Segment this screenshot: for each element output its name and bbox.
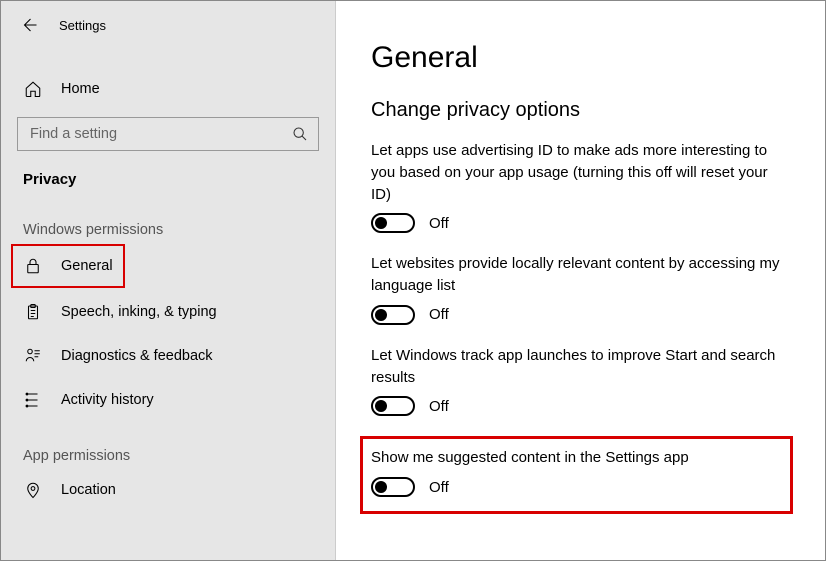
section-privacy: Privacy [1, 155, 335, 196]
sidebar-item-label: Activity history [61, 392, 154, 408]
setting-track-launches: Let Windows track app launches to improv… [371, 345, 790, 417]
setting-desc: Let Windows track app launches to improv… [371, 345, 790, 389]
toggle-advertising-id[interactable] [371, 213, 415, 233]
home-icon [23, 79, 43, 99]
search-box[interactable] [17, 117, 319, 151]
sidebar-item-label: General [61, 258, 113, 274]
sidebar-item-label: Diagnostics & feedback [61, 348, 213, 364]
sidebar-item-activity-history[interactable]: Activity history [1, 378, 335, 422]
sidebar-item-label: Speech, inking, & typing [61, 304, 217, 320]
group-windows-permissions: Windows permissions [1, 196, 335, 242]
sidebar-item-label: Location [61, 482, 116, 498]
app-title: Settings [59, 18, 106, 33]
back-button[interactable] [17, 13, 41, 37]
sidebar: Settings Home Privacy Windows permission… [1, 1, 336, 560]
clipboard-icon [23, 302, 43, 322]
sidebar-item-diagnostics[interactable]: Diagnostics & feedback [1, 334, 335, 378]
toggle-state: Off [429, 398, 449, 415]
setting-desc: Let websites provide locally relevant co… [371, 253, 790, 297]
home-label: Home [61, 81, 100, 97]
sidebar-item-location[interactable]: Location [1, 468, 335, 512]
page-subhead: Change privacy options [371, 99, 790, 122]
home-nav[interactable]: Home [1, 69, 335, 109]
toggle-state: Off [429, 215, 449, 232]
history-icon [23, 390, 43, 410]
titlebar: Settings [1, 1, 335, 47]
lock-icon [23, 256, 43, 276]
location-icon [23, 480, 43, 500]
feedback-icon [23, 346, 43, 366]
search-input[interactable] [28, 125, 292, 143]
sidebar-item-general[interactable]: General [11, 244, 125, 288]
search-icon [292, 126, 308, 142]
toggle-language-list[interactable] [371, 305, 415, 325]
toggle-state: Off [429, 306, 449, 323]
group-app-permissions: App permissions [1, 422, 335, 468]
setting-language-list: Let websites provide locally relevant co… [371, 253, 790, 325]
toggle-track-launches[interactable] [371, 396, 415, 416]
setting-desc: Show me suggested content in the Setting… [371, 447, 778, 469]
setting-advertising-id: Let apps use advertising ID to make ads … [371, 140, 790, 233]
sidebar-item-speech[interactable]: Speech, inking, & typing [1, 290, 335, 334]
content-pane: General Change privacy options Let apps … [336, 1, 825, 560]
setting-suggested-content: Show me suggested content in the Setting… [360, 436, 793, 514]
toggle-suggested-content[interactable] [371, 477, 415, 497]
setting-desc: Let apps use advertising ID to make ads … [371, 140, 790, 205]
toggle-state: Off [429, 479, 449, 496]
page-title: General [371, 41, 790, 75]
arrow-left-icon [20, 16, 38, 34]
